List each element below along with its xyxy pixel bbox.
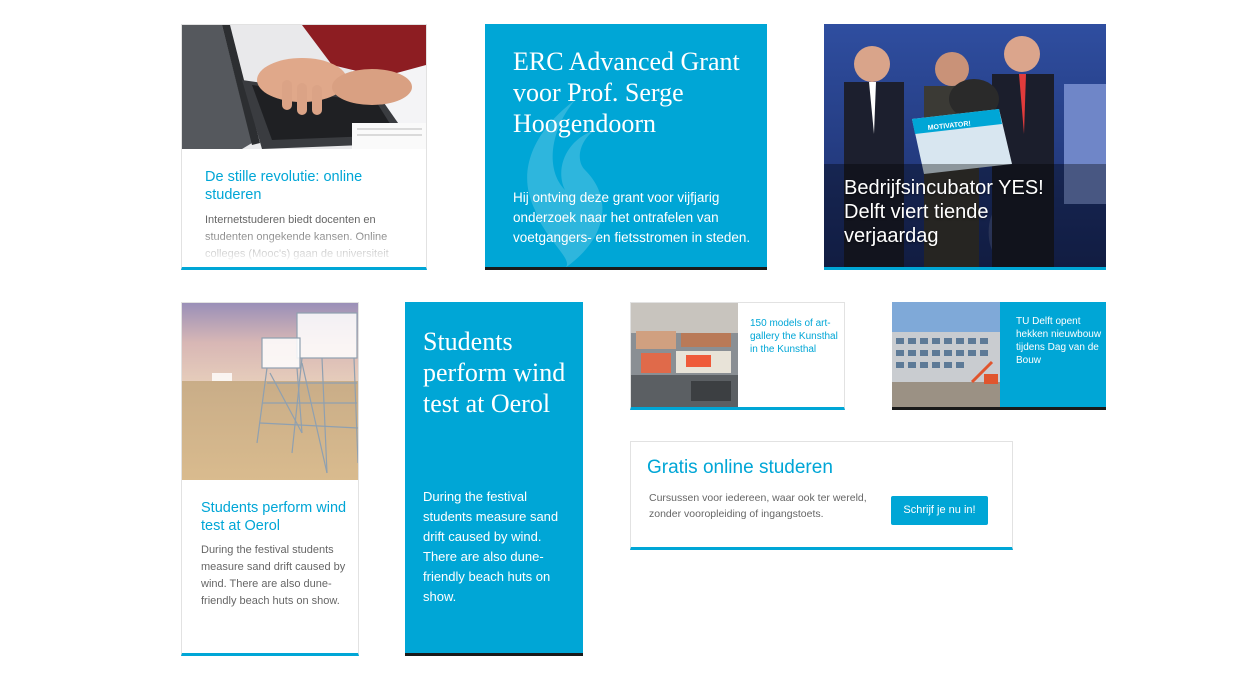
- card-title[interactable]: 150 models of art-gallery the Kunsthal i…: [750, 317, 840, 356]
- card-erc-grant[interactable]: ERC Advanced Grant voor Prof. Serge Hoog…: [485, 24, 767, 270]
- card-body: Cursussen voor iedereen, waar ook ter we…: [649, 492, 867, 520]
- card-title[interactable]: Students perform wind test at Oerol: [201, 499, 351, 535]
- new-building-image: [892, 302, 1000, 407]
- card-title[interactable]: Students perform wind test at Oerol: [423, 326, 573, 419]
- text-fade-overlay: [182, 225, 426, 267]
- card-title[interactable]: ERC Advanced Grant voor Prof. Serge Hoog…: [513, 46, 753, 139]
- card-wind-test-white[interactable]: Students perform wind test at Oerol Duri…: [181, 302, 359, 656]
- card-title[interactable]: De stille revolutie: online studeren: [205, 168, 405, 204]
- card-dag-van-de-bouw[interactable]: TU Delft opent hekken nieuwbouw tijdens …: [892, 302, 1106, 410]
- card-kunsthal[interactable]: 150 models of art-gallery the Kunsthal i…: [630, 302, 845, 410]
- card-body: During the festival students measure san…: [201, 544, 346, 607]
- kunsthal-models-image: [631, 303, 738, 407]
- signup-button[interactable]: Schrijf je nu in!: [891, 496, 988, 525]
- card-title: Gratis online studeren: [647, 457, 833, 478]
- card-wind-test-blue[interactable]: Students perform wind test at Oerol Duri…: [405, 302, 583, 656]
- card-body: Hij ontving deze grant voor vijfjarig on…: [513, 190, 751, 245]
- card-yes-delft[interactable]: e MOTIVATOR! Bedrijfsincubator YES! Delf…: [824, 24, 1106, 270]
- card-body: During the festival students measure san…: [423, 489, 559, 604]
- laptop-typing-image: [182, 25, 426, 149]
- card-gratis-online-studeren: Gratis online studeren Cursussen voor ie…: [630, 441, 1013, 550]
- beach-huts-render-image: [182, 303, 358, 480]
- card-stille-revolutie[interactable]: De stille revolutie: online studeren Int…: [181, 24, 427, 270]
- card-title[interactable]: Bedrijfsincubator YES! Delft viert tiend…: [844, 176, 1084, 248]
- card-title[interactable]: TU Delft opent hekken nieuwbouw tijdens …: [1016, 315, 1104, 367]
